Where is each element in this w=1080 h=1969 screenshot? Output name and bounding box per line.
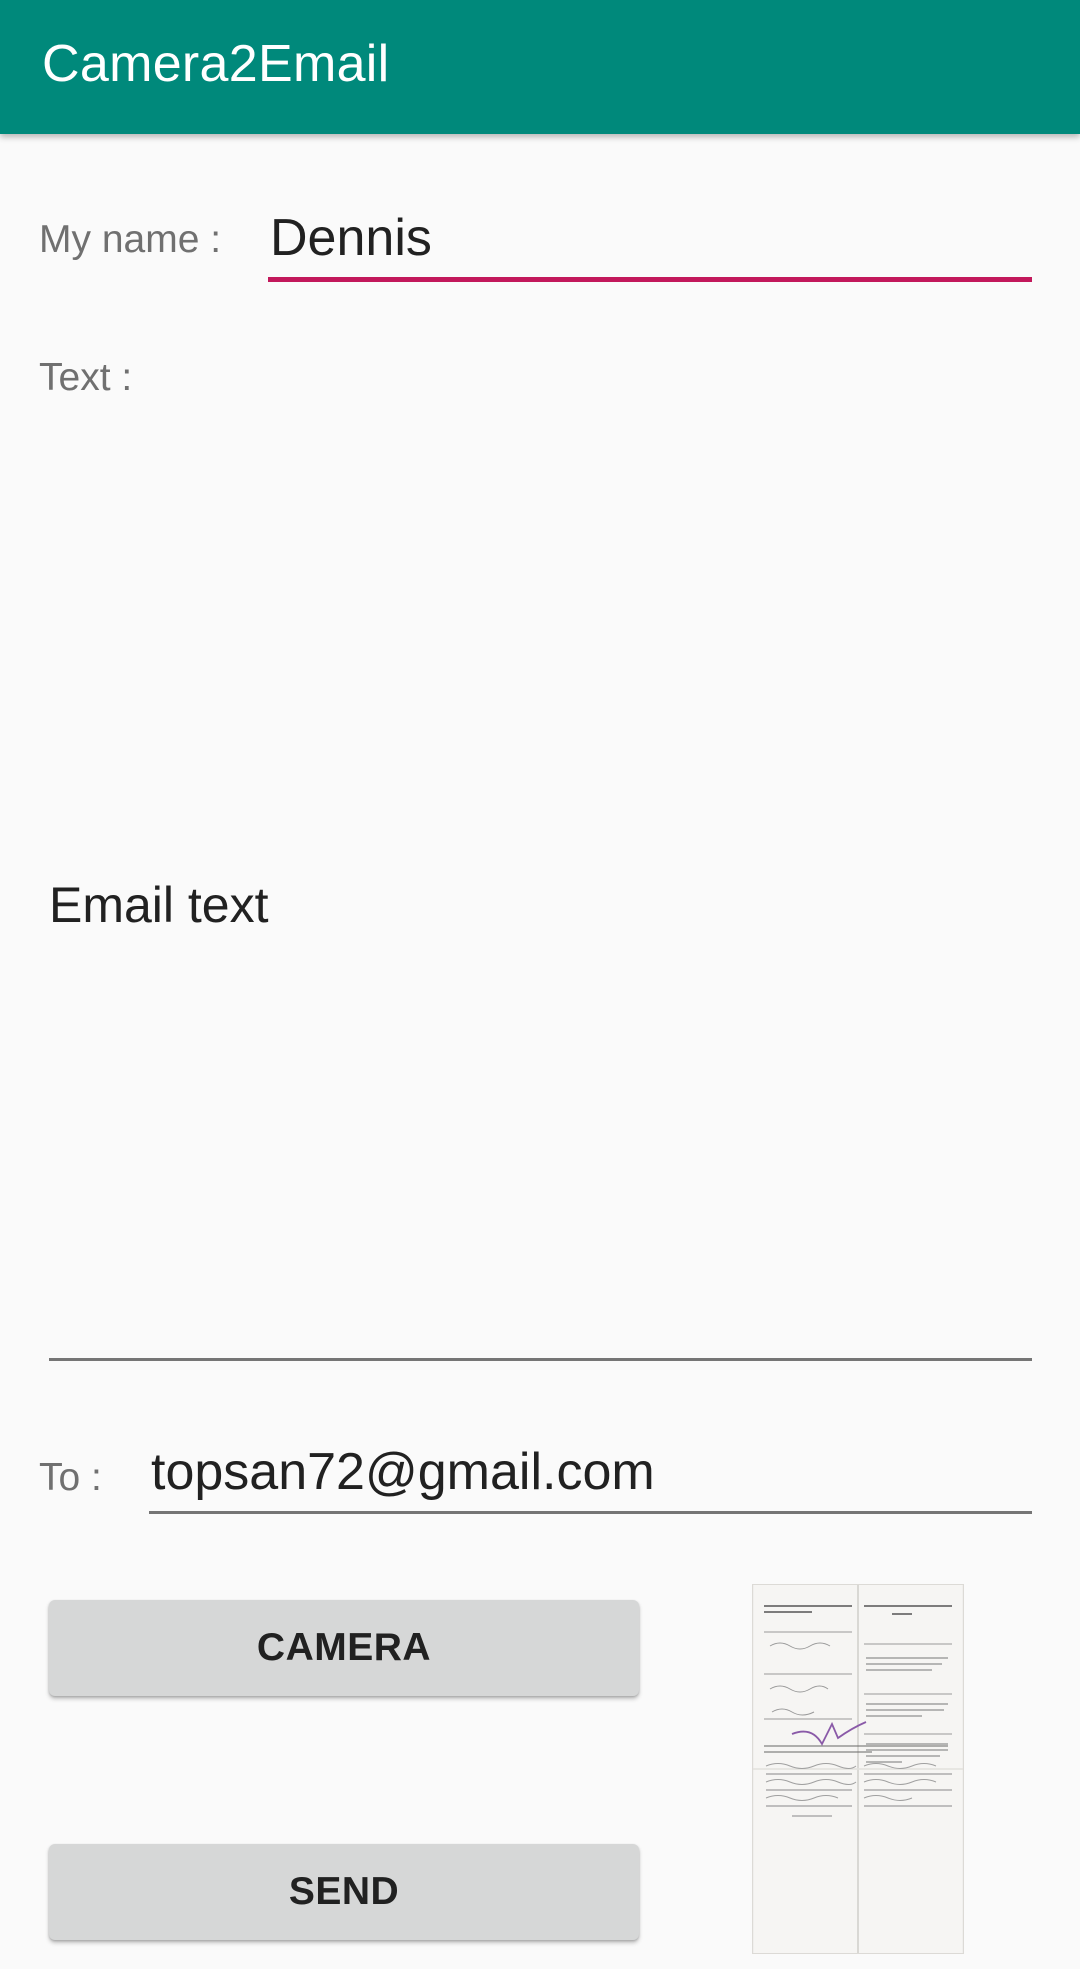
- to-email-underline: [149, 1511, 1032, 1514]
- name-input-underline: [268, 277, 1032, 282]
- name-label: My name :: [39, 218, 222, 261]
- name-input-value: Dennis: [270, 209, 432, 267]
- app-bar: Camera2Email: [0, 0, 1080, 134]
- name-input[interactable]: Dennis: [268, 200, 1032, 282]
- email-text-value: Email text: [49, 877, 269, 933]
- app-title: Camera2Email: [42, 35, 390, 93]
- email-text-underline: [49, 1358, 1032, 1361]
- camera-button[interactable]: CAMERA: [49, 1600, 639, 1696]
- email-text-input[interactable]: Email text: [49, 410, 1032, 1364]
- captured-photo-thumbnail[interactable]: [752, 1584, 964, 1954]
- to-email-input[interactable]: topsan72@gmail.com: [149, 1436, 1032, 1514]
- document-photo-icon: [752, 1584, 964, 1954]
- text-label: Text :: [39, 356, 133, 399]
- to-email-value: topsan72@gmail.com: [151, 1443, 655, 1501]
- to-label: To :: [39, 1456, 102, 1499]
- send-button[interactable]: SEND: [49, 1844, 639, 1940]
